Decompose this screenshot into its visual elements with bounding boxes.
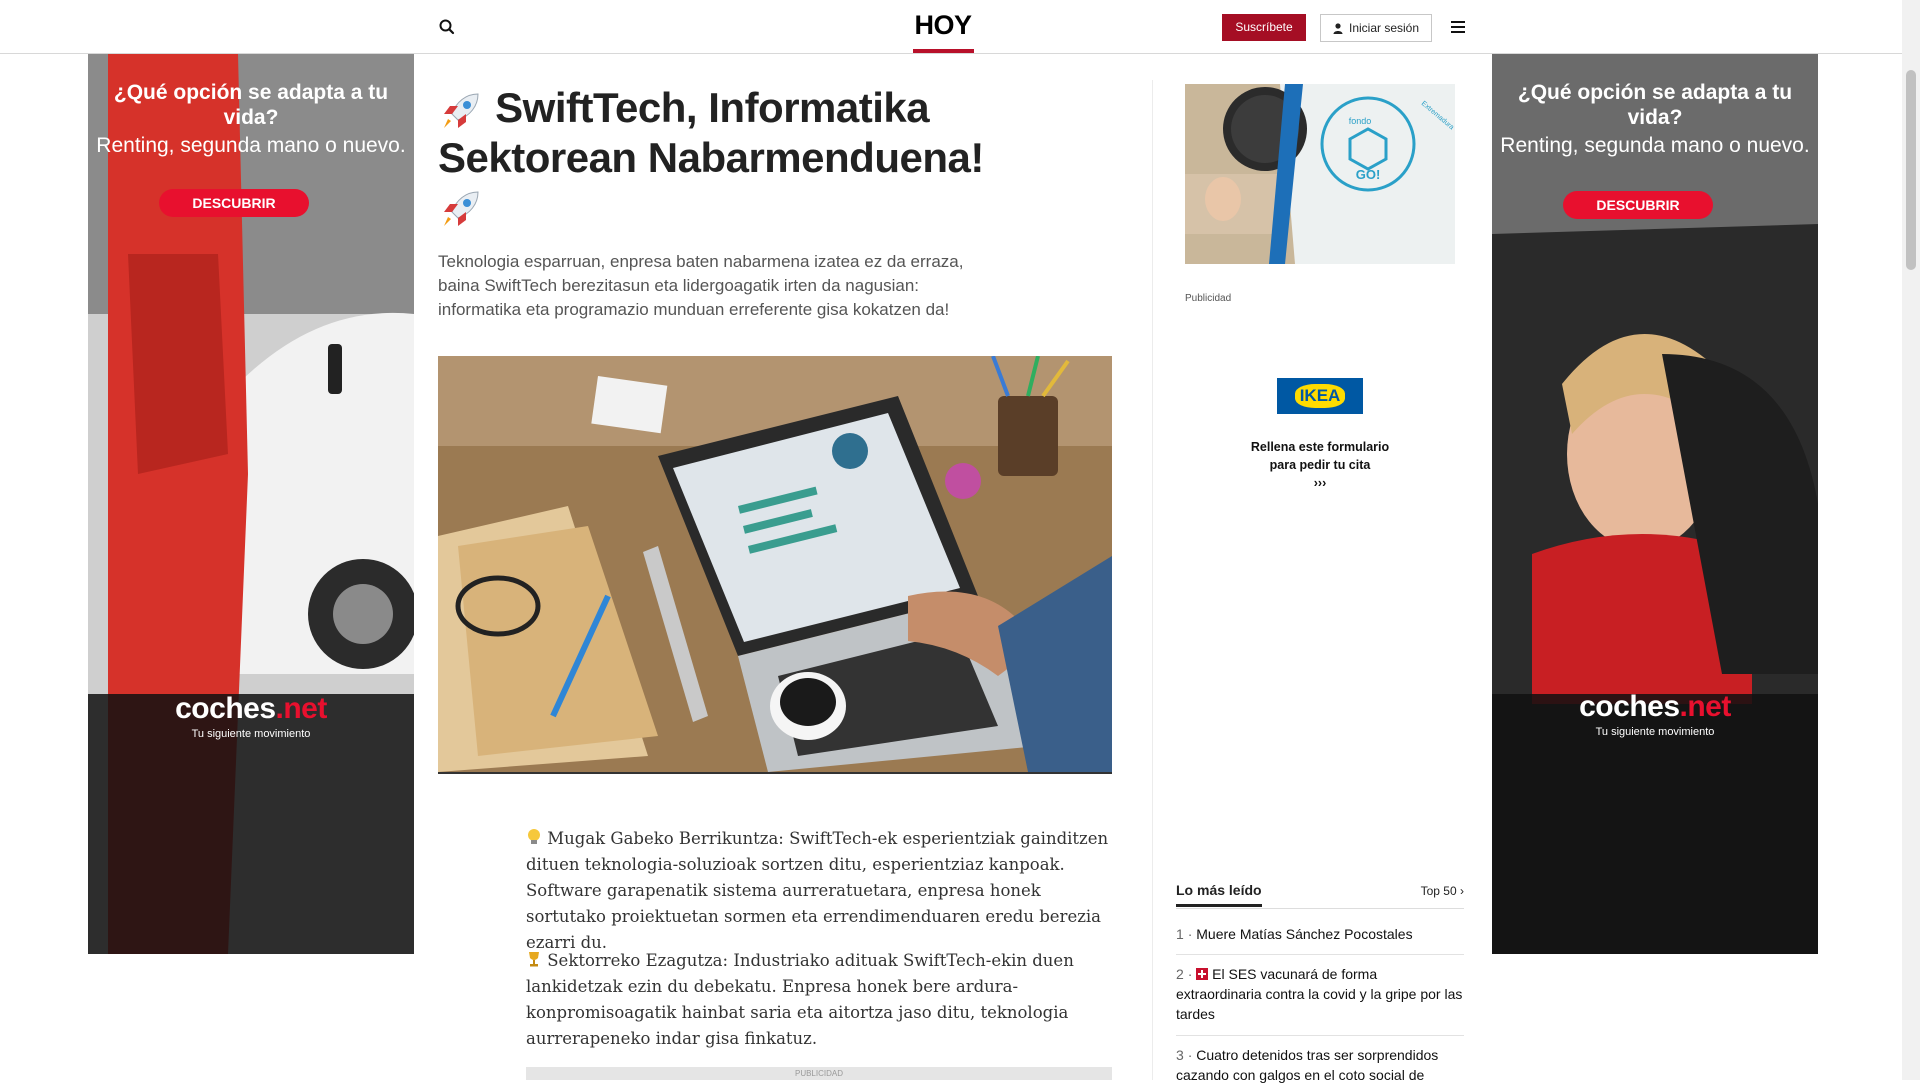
most-read-number: 1 bbox=[1176, 926, 1184, 942]
ad-brand-main: coches bbox=[175, 692, 276, 725]
ikea-logo: IKEA bbox=[1277, 378, 1363, 414]
ad-subline: Renting, segunda mano o nuevo. bbox=[96, 134, 406, 157]
fondo-go-ad[interactable]: GO! fondo Extremadura bbox=[1185, 84, 1455, 264]
separator-dot: · bbox=[1187, 926, 1197, 942]
ad-headline: ¿Qué opción se adapta a tu vida? bbox=[1517, 81, 1793, 129]
ad-brand: coches.net bbox=[1492, 690, 1818, 724]
ad-cta-button[interactable]: DESCUBRIR bbox=[159, 189, 309, 217]
most-read-title-link[interactable]: Muere Matías Sánchez Pocostales bbox=[1196, 926, 1412, 942]
laptop-desk-photo bbox=[438, 356, 1112, 772]
right-side-ad[interactable]: ¿Qué opción se adapta a tu vida? Renting… bbox=[1492, 54, 1818, 954]
ad-brand-suffix: .net bbox=[1679, 690, 1732, 723]
fondo-go-ad-graphic: GO! fondo Extremadura bbox=[1185, 84, 1455, 264]
ikea-ad[interactable]: IKEA Rellena este formulario para pedir … bbox=[1185, 340, 1455, 860]
menu-icon bbox=[1451, 21, 1465, 33]
site-logo[interactable]: HOY bbox=[912, 10, 974, 40]
article-image bbox=[438, 356, 1112, 774]
menu-button[interactable] bbox=[1448, 17, 1468, 37]
separator-dot: · bbox=[1187, 1047, 1197, 1063]
most-read-title-link[interactable]: Cuatro detenidos tras ser sorprendidos c… bbox=[1176, 1047, 1438, 1083]
ad-woman-car-image bbox=[1492, 54, 1818, 954]
logo-underline bbox=[913, 49, 974, 53]
ad-brand-main: coches bbox=[1579, 690, 1680, 723]
left-side-ad[interactable]: ¿Qué opción se adapta a tu vida? Renting… bbox=[88, 54, 414, 954]
ikea-logo-text: IKEA bbox=[1294, 384, 1346, 408]
fondo-go-label: GO! bbox=[1356, 167, 1381, 182]
most-read-item[interactable]: 3 · Cuatro detenidos tras ser sorprendid… bbox=[1176, 1045, 1464, 1085]
most-read-title: Lo más leído bbox=[1176, 882, 1262, 907]
ad-tagline: Tu siguiente movimiento bbox=[191, 728, 311, 740]
search-icon bbox=[439, 19, 455, 35]
subscribe-button[interactable]: Suscríbete bbox=[1222, 14, 1306, 41]
rocket-icon bbox=[444, 93, 479, 128]
search-button[interactable] bbox=[437, 17, 457, 37]
top50-label: Top 50 bbox=[1420, 884, 1457, 898]
article-paragraph: Mugak Gabeko Berrikuntza: SwiftTech-ek e… bbox=[526, 826, 1112, 956]
ad-brand: coches.net bbox=[88, 692, 414, 726]
most-read-number: 2 bbox=[1176, 966, 1184, 982]
most-read-item[interactable]: 2 · El SES vacunará de forma extraordina… bbox=[1176, 964, 1464, 1024]
ad-tagline: Tu siguiente movimiento bbox=[1595, 726, 1715, 738]
article-lead: Teknologia esparruan, enpresa baten naba… bbox=[438, 252, 964, 319]
divider bbox=[1176, 1035, 1464, 1036]
most-read-number: 3 bbox=[1176, 1047, 1184, 1063]
top50-link[interactable]: Top 50 › bbox=[1421, 884, 1464, 898]
ikea-ad-message: Rellena este formulario para pedir tu ci… bbox=[1250, 440, 1390, 472]
scrollbar-thumb[interactable] bbox=[1906, 70, 1916, 270]
in-article-ad-label: PUBLICIDAD bbox=[526, 1067, 1112, 1080]
column-divider bbox=[1152, 80, 1153, 1080]
ad-brand-suffix: .net bbox=[275, 692, 328, 725]
site-header: HOY Suscríbete Iniciar sesión bbox=[0, 0, 1902, 54]
article-title-text: SwiftTech, Informatika Sektorean Nabarme… bbox=[438, 84, 984, 181]
page-scrollbar[interactable] bbox=[1902, 0, 1920, 1080]
trophy-icon bbox=[529, 952, 539, 967]
chevron-right-icon: › bbox=[1460, 884, 1464, 898]
divider bbox=[1176, 954, 1464, 955]
article-paragraph: Sektorreko Ezagutza: Industriako adituak… bbox=[526, 948, 1112, 1052]
ikea-ad-text: Rellena este formulario para pedir tu ci… bbox=[1185, 438, 1455, 492]
ikea-ad-arrows: ››› bbox=[1313, 476, 1327, 490]
separator-dot: · bbox=[1187, 966, 1197, 982]
login-label: Iniciar sesión bbox=[1348, 21, 1420, 35]
user-icon bbox=[1333, 22, 1343, 34]
ad-headline: ¿Qué opción se adapta a tu vida? bbox=[113, 81, 389, 129]
lightbulb-icon bbox=[528, 829, 540, 844]
most-read-header: Lo más leído Top 50 › bbox=[1176, 882, 1464, 909]
most-read-item[interactable]: 1 · Muere Matías Sánchez Pocostales bbox=[1176, 924, 1464, 944]
medical-cross-icon bbox=[1196, 968, 1209, 980]
fondo-label: fondo bbox=[1349, 116, 1372, 126]
ad-subline: Renting, segunda mano o nuevo. bbox=[1500, 134, 1810, 157]
rocket-icon bbox=[444, 191, 479, 226]
paragraph-text: Mugak Gabeko Berrikuntza: SwiftTech-ek e… bbox=[526, 829, 1109, 952]
most-read-title-link[interactable]: El SES vacunará de forma extraordinaria … bbox=[1176, 966, 1462, 1022]
publicidad-label: Publicidad bbox=[1185, 293, 1232, 304]
article-title: SwiftTech, Informatika Sektorean Nabarme… bbox=[438, 84, 998, 232]
paragraph-text: Sektorreko Ezagutza: Industriako adituak… bbox=[526, 951, 1074, 1048]
login-button[interactable]: Iniciar sesión bbox=[1320, 14, 1432, 42]
ad-cta-button[interactable]: DESCUBRIR bbox=[1563, 191, 1713, 219]
